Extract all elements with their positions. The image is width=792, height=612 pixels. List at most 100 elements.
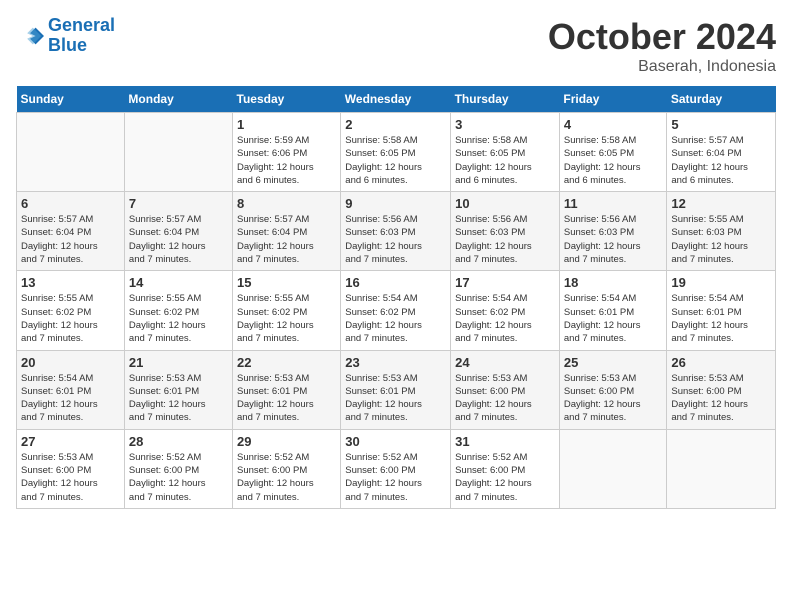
calendar-cell: 19 Sunrise: 5:54 AM Sunset: 6:01 PM Dayli… xyxy=(667,271,776,350)
day-number: 24 xyxy=(455,355,555,370)
col-friday: Friday xyxy=(559,86,666,113)
day-detail: Sunrise: 5:55 AM Sunset: 6:02 PM Dayligh… xyxy=(237,292,336,345)
day-detail: Sunrise: 5:58 AM Sunset: 6:05 PM Dayligh… xyxy=(564,134,662,187)
day-number: 4 xyxy=(564,117,662,132)
logo-icon xyxy=(16,22,44,50)
day-number: 31 xyxy=(455,434,555,449)
page-header: General Blue October 2024 Baserah, Indon… xyxy=(16,16,776,76)
calendar-cell: 2 Sunrise: 5:58 AM Sunset: 6:05 PM Daylig… xyxy=(341,113,451,192)
day-detail: Sunrise: 5:53 AM Sunset: 6:01 PM Dayligh… xyxy=(237,372,336,425)
day-number: 11 xyxy=(564,196,662,211)
day-number: 15 xyxy=(237,275,336,290)
logo: General Blue xyxy=(16,16,115,56)
day-number: 28 xyxy=(129,434,228,449)
calendar-cell: 27 Sunrise: 5:53 AM Sunset: 6:00 PM Dayli… xyxy=(17,429,125,508)
day-number: 6 xyxy=(21,196,120,211)
day-detail: Sunrise: 5:56 AM Sunset: 6:03 PM Dayligh… xyxy=(564,213,662,266)
day-number: 7 xyxy=(129,196,228,211)
day-detail: Sunrise: 5:59 AM Sunset: 6:06 PM Dayligh… xyxy=(237,134,336,187)
day-number: 14 xyxy=(129,275,228,290)
calendar-cell: 28 Sunrise: 5:52 AM Sunset: 6:00 PM Dayli… xyxy=(124,429,232,508)
day-detail: Sunrise: 5:56 AM Sunset: 6:03 PM Dayligh… xyxy=(345,213,446,266)
day-detail: Sunrise: 5:57 AM Sunset: 6:04 PM Dayligh… xyxy=(21,213,120,266)
day-detail: Sunrise: 5:55 AM Sunset: 6:02 PM Dayligh… xyxy=(21,292,120,345)
day-detail: Sunrise: 5:52 AM Sunset: 6:00 PM Dayligh… xyxy=(455,451,555,504)
day-number: 13 xyxy=(21,275,120,290)
day-number: 5 xyxy=(671,117,771,132)
location-subtitle: Baserah, Indonesia xyxy=(548,58,776,76)
calendar-cell: 14 Sunrise: 5:55 AM Sunset: 6:02 PM Dayli… xyxy=(124,271,232,350)
day-number: 1 xyxy=(237,117,336,132)
day-detail: Sunrise: 5:58 AM Sunset: 6:05 PM Dayligh… xyxy=(455,134,555,187)
day-detail: Sunrise: 5:54 AM Sunset: 6:01 PM Dayligh… xyxy=(564,292,662,345)
day-number: 23 xyxy=(345,355,446,370)
day-detail: Sunrise: 5:54 AM Sunset: 6:02 PM Dayligh… xyxy=(455,292,555,345)
calendar-header-row: Sunday Monday Tuesday Wednesday Thursday… xyxy=(17,86,776,113)
title-block: October 2024 Baserah, Indonesia xyxy=(548,16,776,76)
day-number: 16 xyxy=(345,275,446,290)
day-detail: Sunrise: 5:58 AM Sunset: 6:05 PM Dayligh… xyxy=(345,134,446,187)
logo-text: General Blue xyxy=(48,16,115,56)
day-detail: Sunrise: 5:52 AM Sunset: 6:00 PM Dayligh… xyxy=(237,451,336,504)
day-number: 27 xyxy=(21,434,120,449)
day-number: 25 xyxy=(564,355,662,370)
day-detail: Sunrise: 5:53 AM Sunset: 6:00 PM Dayligh… xyxy=(564,372,662,425)
calendar-cell: 5 Sunrise: 5:57 AM Sunset: 6:04 PM Daylig… xyxy=(667,113,776,192)
day-detail: Sunrise: 5:52 AM Sunset: 6:00 PM Dayligh… xyxy=(129,451,228,504)
day-detail: Sunrise: 5:57 AM Sunset: 6:04 PM Dayligh… xyxy=(671,134,771,187)
calendar-cell: 23 Sunrise: 5:53 AM Sunset: 6:01 PM Dayli… xyxy=(341,350,451,429)
day-detail: Sunrise: 5:54 AM Sunset: 6:02 PM Dayligh… xyxy=(345,292,446,345)
day-detail: Sunrise: 5:53 AM Sunset: 6:00 PM Dayligh… xyxy=(455,372,555,425)
day-number: 2 xyxy=(345,117,446,132)
day-number: 17 xyxy=(455,275,555,290)
day-detail: Sunrise: 5:53 AM Sunset: 6:00 PM Dayligh… xyxy=(21,451,120,504)
calendar-cell xyxy=(559,429,666,508)
calendar-cell: 16 Sunrise: 5:54 AM Sunset: 6:02 PM Dayli… xyxy=(341,271,451,350)
col-thursday: Thursday xyxy=(451,86,560,113)
calendar-cell: 26 Sunrise: 5:53 AM Sunset: 6:00 PM Dayli… xyxy=(667,350,776,429)
calendar-table: Sunday Monday Tuesday Wednesday Thursday… xyxy=(16,86,776,509)
day-number: 12 xyxy=(671,196,771,211)
day-number: 19 xyxy=(671,275,771,290)
calendar-cell: 25 Sunrise: 5:53 AM Sunset: 6:00 PM Dayli… xyxy=(559,350,666,429)
calendar-cell: 18 Sunrise: 5:54 AM Sunset: 6:01 PM Dayli… xyxy=(559,271,666,350)
day-detail: Sunrise: 5:53 AM Sunset: 6:01 PM Dayligh… xyxy=(345,372,446,425)
calendar-cell: 15 Sunrise: 5:55 AM Sunset: 6:02 PM Dayli… xyxy=(233,271,341,350)
logo-line1: General xyxy=(48,15,115,35)
calendar-cell: 22 Sunrise: 5:53 AM Sunset: 6:01 PM Dayli… xyxy=(233,350,341,429)
col-monday: Monday xyxy=(124,86,232,113)
calendar-cell: 10Sunrise: 5:56 AM Sunset: 6:03 PM Dayli… xyxy=(451,192,560,271)
logo-line2: Blue xyxy=(48,35,87,55)
day-detail: Sunrise: 5:57 AM Sunset: 6:04 PM Dayligh… xyxy=(129,213,228,266)
day-number: 22 xyxy=(237,355,336,370)
calendar-cell: 1 Sunrise: 5:59 AM Sunset: 6:06 PM Daylig… xyxy=(233,113,341,192)
day-detail: Sunrise: 5:53 AM Sunset: 6:01 PM Dayligh… xyxy=(129,372,228,425)
calendar-week-3: 13 Sunrise: 5:55 AM Sunset: 6:02 PM Dayli… xyxy=(17,271,776,350)
calendar-cell: 17 Sunrise: 5:54 AM Sunset: 6:02 PM Dayli… xyxy=(451,271,560,350)
calendar-cell xyxy=(17,113,125,192)
day-number: 21 xyxy=(129,355,228,370)
calendar-cell: 20Sunrise: 5:54 AM Sunset: 6:01 PM Dayli… xyxy=(17,350,125,429)
calendar-cell: 13 Sunrise: 5:55 AM Sunset: 6:02 PM Dayli… xyxy=(17,271,125,350)
day-number: 18 xyxy=(564,275,662,290)
calendar-cell: 7 Sunrise: 5:57 AM Sunset: 6:04 PM Daylig… xyxy=(124,192,232,271)
day-number: 8 xyxy=(237,196,336,211)
calendar-cell: 29Sunrise: 5:52 AM Sunset: 6:00 PM Dayli… xyxy=(233,429,341,508)
month-title: October 2024 xyxy=(548,16,776,58)
day-detail: Sunrise: 5:54 AM Sunset: 6:01 PM Dayligh… xyxy=(671,292,771,345)
calendar-cell: 9Sunrise: 5:56 AM Sunset: 6:03 PM Daylig… xyxy=(341,192,451,271)
day-number: 3 xyxy=(455,117,555,132)
day-number: 30 xyxy=(345,434,446,449)
col-saturday: Saturday xyxy=(667,86,776,113)
calendar-cell: 31 Sunrise: 5:52 AM Sunset: 6:00 PM Dayli… xyxy=(451,429,560,508)
calendar-cell: 3 Sunrise: 5:58 AM Sunset: 6:05 PM Daylig… xyxy=(451,113,560,192)
day-detail: Sunrise: 5:57 AM Sunset: 6:04 PM Dayligh… xyxy=(237,213,336,266)
calendar-week-5: 27 Sunrise: 5:53 AM Sunset: 6:00 PM Dayli… xyxy=(17,429,776,508)
day-detail: Sunrise: 5:55 AM Sunset: 6:03 PM Dayligh… xyxy=(671,213,771,266)
day-detail: Sunrise: 5:53 AM Sunset: 6:00 PM Dayligh… xyxy=(671,372,771,425)
col-wednesday: Wednesday xyxy=(341,86,451,113)
day-detail: Sunrise: 5:55 AM Sunset: 6:02 PM Dayligh… xyxy=(129,292,228,345)
day-number: 26 xyxy=(671,355,771,370)
day-number: 10 xyxy=(455,196,555,211)
calendar-cell: 24 Sunrise: 5:53 AM Sunset: 6:00 PM Dayli… xyxy=(451,350,560,429)
